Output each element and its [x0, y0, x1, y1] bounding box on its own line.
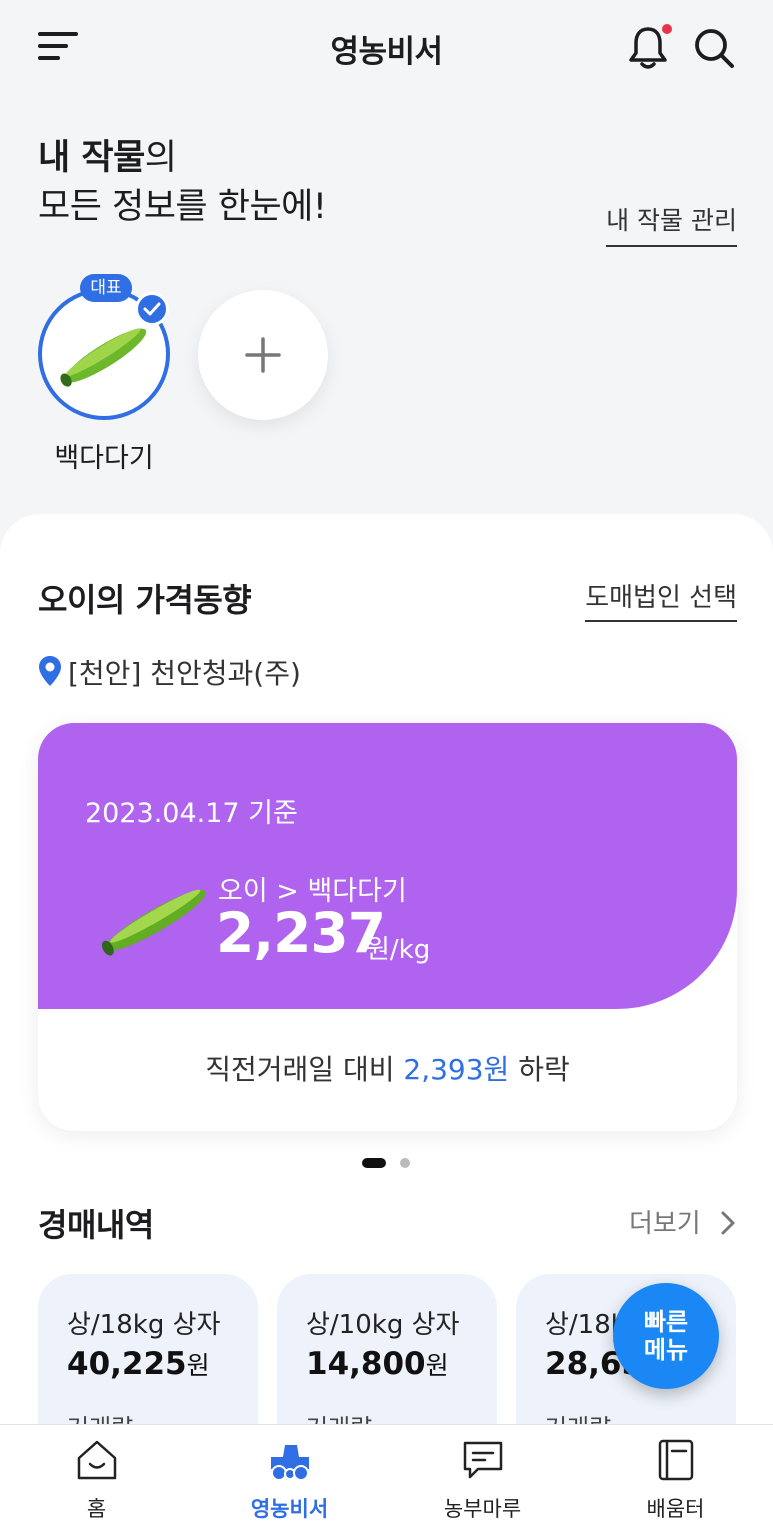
tab-label: 농부마루 — [443, 1497, 522, 1521]
tab-learning[interactable]: 배움터 — [579, 1425, 772, 1527]
intro-heading: 내 작물의 모든 정보를 한눈에! — [38, 134, 327, 232]
auction-grade: 상/18kg 상자 — [67, 1310, 221, 1340]
manage-crops-link[interactable]: 내 작물 관리 — [606, 201, 737, 247]
notification-bell-icon[interactable] — [628, 24, 672, 72]
fab-line1: 빠른 — [643, 1308, 689, 1336]
primary-badge: 대표 — [80, 274, 132, 302]
pager-dot-active[interactable] — [362, 1158, 386, 1168]
tab-farm-assistant[interactable]: 영농비서 — [193, 1425, 386, 1527]
compare-value: 2,393원 — [403, 1053, 510, 1086]
crop-name: 백다다기 — [54, 443, 154, 474]
tab-label: 홈 — [86, 1497, 107, 1521]
plus-icon — [245, 337, 281, 373]
tab-community[interactable]: 농부마루 — [386, 1425, 579, 1527]
price-date: 2023.04.17 기준 — [85, 798, 298, 829]
search-icon[interactable] — [692, 26, 738, 72]
auction-price-value: 14,800 — [306, 1346, 426, 1382]
chevron-right-icon — [721, 1211, 735, 1235]
price-value: 2,237 — [216, 901, 386, 965]
price-card[interactable]: 2023.04.17 기준 오이 > 백다다기 2,237 원/kg 직전거래일… — [38, 723, 737, 1131]
price-comparison: 직전거래일 대비 2,393원 하락 — [38, 1048, 737, 1088]
quick-menu-button[interactable]: 빠른 메뉴 — [613, 1283, 719, 1389]
more-link[interactable]: 더보기 — [629, 1203, 737, 1240]
bottom-tab-bar: 홈 영농비서 농부마루 배움터 — [0, 1424, 773, 1527]
intro-bold: 내 작물 — [38, 138, 145, 178]
chat-icon — [463, 1441, 503, 1479]
auction-grade: 상/10kg 상자 — [306, 1310, 460, 1340]
compare-prefix: 직전거래일 대비 — [205, 1053, 395, 1086]
location-pin-icon — [38, 655, 62, 694]
price-unit: 원/kg — [366, 935, 431, 965]
app-header: 영농비서 — [0, 0, 773, 96]
more-label: 더보기 — [628, 1209, 701, 1239]
price-section-title: 오이의 가격동향 — [38, 581, 252, 619]
compare-suffix: 하락 — [518, 1053, 570, 1086]
pager-dot[interactable] — [400, 1158, 410, 1168]
tab-home[interactable]: 홈 — [0, 1425, 193, 1527]
tab-label: 영농비서 — [250, 1497, 329, 1521]
notification-dot — [662, 24, 672, 34]
book-icon — [658, 1439, 694, 1481]
select-wholesaler-link[interactable]: 도매법인 선택 — [585, 577, 737, 622]
auction-section-title: 경매내역 — [38, 1206, 154, 1244]
auction-price-unit: 원 — [186, 1351, 210, 1380]
tab-label: 배움터 — [646, 1497, 705, 1521]
check-icon — [135, 292, 169, 326]
market-location: [천안] 천안청과(주) — [38, 652, 301, 694]
auction-price: 40,225원 — [67, 1346, 210, 1382]
market-name: [천안] 천안청과(주) — [68, 657, 301, 690]
home-icon — [77, 1440, 117, 1480]
tractor-icon — [271, 1445, 309, 1481]
intro-line2: 모든 정보를 한눈에! — [38, 187, 327, 227]
cucumber-icon — [101, 889, 207, 956]
auction-price-unit: 원 — [425, 1351, 449, 1380]
price-card-header — [38, 723, 737, 1009]
fab-line2: 메뉴 — [643, 1336, 689, 1364]
add-crop-button[interactable] — [198, 290, 328, 420]
auction-price: 14,800원 — [306, 1346, 449, 1382]
intro-rest: 의 — [144, 138, 177, 178]
auction-price-value: 40,225 — [67, 1346, 187, 1382]
